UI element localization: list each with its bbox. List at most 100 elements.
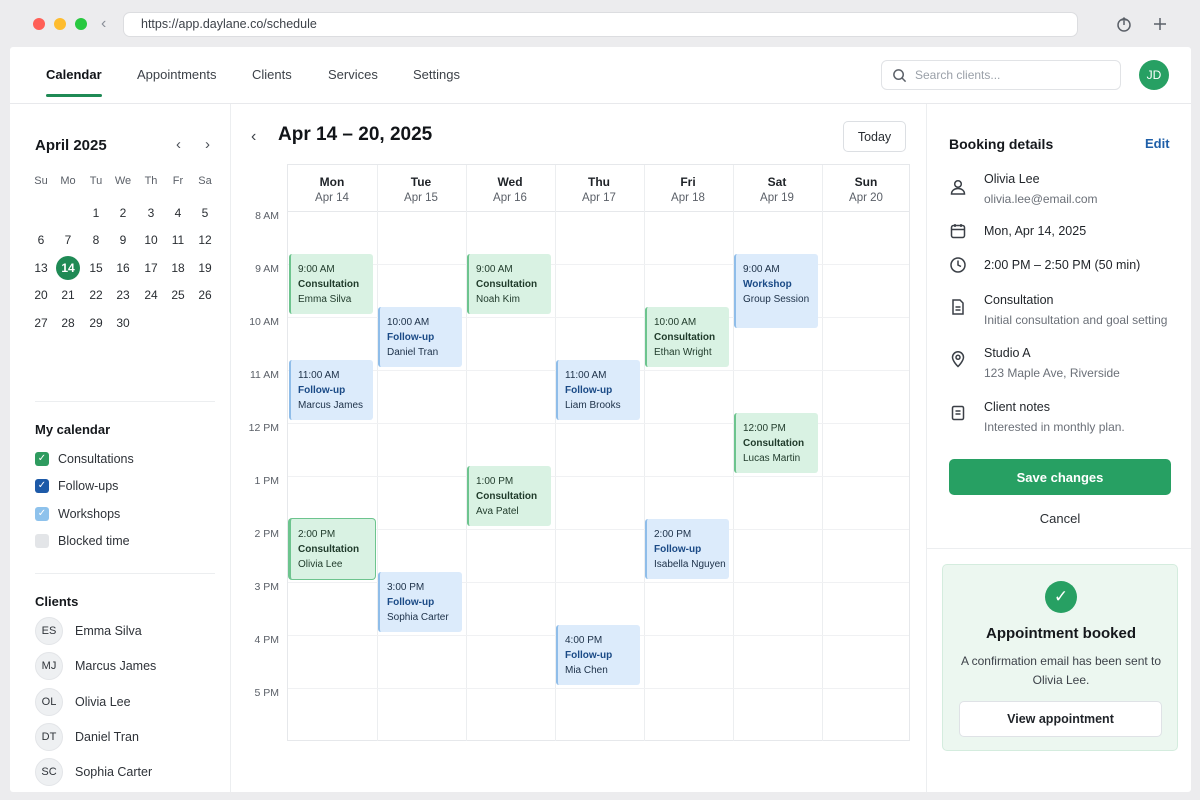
- mini-calendar-day[interactable]: 26: [193, 283, 217, 307]
- event-time: 10:00 AM: [387, 317, 430, 328]
- window-minimize-button[interactable]: [54, 18, 66, 30]
- appointment-event[interactable]: 12:00 PM Consultation Lucas Martin: [734, 413, 818, 473]
- event-client: Olivia Lee: [298, 559, 343, 570]
- tab-services[interactable]: Services: [328, 47, 378, 104]
- mini-calendar-day[interactable]: 24: [139, 283, 163, 307]
- top-navigation: Calendar Appointments Clients Services S…: [10, 47, 1191, 104]
- mini-calendar-day[interactable]: 8: [84, 228, 108, 252]
- appointment-event[interactable]: 3:00 PM Follow-up Sophia Carter: [378, 572, 462, 632]
- mini-calendar-day[interactable]: 22: [84, 283, 108, 307]
- mini-calendar-day[interactable]: 5: [193, 201, 217, 225]
- appointment-event[interactable]: 2:00 PM Follow-up Isabella Nguyen: [645, 519, 729, 579]
- appointment-event-selected[interactable]: 2:00 PM Consultation Olivia Lee: [289, 519, 375, 579]
- checkbox-unchecked-icon[interactable]: [35, 534, 49, 548]
- share-icon[interactable]: [1115, 15, 1133, 33]
- mini-calendar-day[interactable]: 12: [193, 228, 217, 252]
- client-search-box[interactable]: [881, 60, 1121, 90]
- new-tab-plus-icon[interactable]: [1151, 15, 1169, 33]
- appointment-event[interactable]: 9:00 AM Consultation Emma Silva: [289, 254, 373, 314]
- view-appointment-button[interactable]: View appointment: [959, 701, 1162, 737]
- appointment-event[interactable]: 9:00 AM Consultation Noah Kim: [467, 254, 551, 314]
- calendar-filter-label: Follow-ups: [58, 479, 119, 493]
- mini-calendar-day[interactable]: 6: [29, 228, 53, 252]
- window-maximize-button[interactable]: [75, 18, 87, 30]
- tab-appointments[interactable]: Appointments: [137, 47, 217, 104]
- location-address: 123 Maple Ave, Riverside: [984, 366, 1120, 380]
- address-bar[interactable]: https://app.daylane.co/schedule: [123, 12, 1078, 37]
- event-title: Follow-up: [298, 385, 346, 396]
- mini-calendar-day[interactable]: 28: [56, 311, 80, 335]
- mini-calendar-day[interactable]: 7: [56, 228, 80, 252]
- clock-icon: [950, 257, 966, 273]
- event-client: Group Session: [743, 294, 810, 305]
- appointment-time: 2:00 PM – 2:50 PM (50 min): [984, 258, 1141, 272]
- active-tab-indicator: [46, 94, 102, 97]
- chevron-left-icon[interactable]: ‹: [176, 137, 181, 153]
- mini-calendar-day[interactable]: 15: [84, 256, 108, 280]
- mini-calendar-day[interactable]: 21: [56, 283, 80, 307]
- mini-calendar-day[interactable]: 17: [139, 256, 163, 280]
- mini-calendar-day[interactable]: 1: [84, 201, 108, 225]
- column-divider: [466, 165, 467, 213]
- cancel-button[interactable]: Cancel: [949, 508, 1171, 528]
- event-title: Consultation: [298, 544, 360, 555]
- event-client: Emma Silva: [298, 294, 352, 305]
- tab-clients[interactable]: Clients: [252, 47, 292, 104]
- tab-label: Services: [328, 67, 378, 82]
- client-name: Sophia Carter: [75, 765, 153, 779]
- mini-calendar-day[interactable]: 23: [111, 283, 135, 307]
- mini-calendar-day[interactable]: 20: [29, 283, 53, 307]
- column-divider: [377, 165, 378, 213]
- appointment-event[interactable]: 4:00 PM Follow-up Mia Chen: [556, 625, 640, 685]
- mini-calendar-day[interactable]: 4: [166, 201, 190, 225]
- mini-calendar-day[interactable]: 10: [139, 228, 163, 252]
- previous-week-chevron-icon[interactable]: ‹: [251, 128, 256, 146]
- appointment-event[interactable]: 9:00 AM Workshop Group Session: [734, 254, 818, 328]
- mini-calendar-day[interactable]: 3: [139, 201, 163, 225]
- tab-settings[interactable]: Settings: [413, 47, 460, 104]
- edit-link[interactable]: Edit: [1145, 136, 1170, 151]
- appointment-event[interactable]: 1:00 PM Consultation Ava Patel: [467, 466, 551, 526]
- event-client: Mia Chen: [565, 665, 608, 676]
- tab-calendar[interactable]: Calendar: [46, 47, 102, 104]
- appointment-event[interactable]: 10:00 AM Consultation Ethan Wright: [645, 307, 729, 367]
- checkbox-checked-icon[interactable]: ✓: [35, 452, 49, 466]
- today-button[interactable]: Today: [843, 121, 906, 152]
- search-input[interactable]: [915, 66, 1110, 84]
- mini-calendar-day[interactable]: 19: [193, 256, 217, 280]
- checkbox-checked-icon[interactable]: ✓: [35, 507, 49, 521]
- window-close-button[interactable]: [33, 18, 45, 30]
- time-label: 3 PM: [254, 581, 279, 593]
- clients-title: Clients: [35, 594, 79, 609]
- event-title: Follow-up: [565, 385, 613, 396]
- mini-calendar-day[interactable]: 29: [84, 311, 108, 335]
- time-label: 4 PM: [254, 634, 279, 646]
- mini-calendar-day[interactable]: 16: [111, 256, 135, 280]
- appointment-event[interactable]: 11:00 AM Follow-up Liam Brooks: [556, 360, 640, 420]
- weekday-label: Th: [144, 175, 158, 187]
- tab-label: Settings: [413, 67, 460, 82]
- column-divider: [555, 165, 556, 213]
- event-time: 9:00 AM: [476, 264, 513, 275]
- mini-calendar-day[interactable]: 11: [166, 228, 190, 252]
- event-title: Consultation: [298, 279, 360, 290]
- mini-calendar-day[interactable]: 30: [111, 311, 135, 335]
- mini-calendar-day[interactable]: 9: [111, 228, 135, 252]
- appointment-event[interactable]: 10:00 AM Follow-up Daniel Tran: [378, 307, 462, 367]
- calendar-filter-label: Blocked time: [58, 534, 130, 548]
- appointment-event[interactable]: 11:00 AM Follow-up Marcus James: [289, 360, 373, 420]
- mini-calendar-day[interactable]: 27: [29, 311, 53, 335]
- tab-label: Appointments: [137, 67, 217, 82]
- time-label: 1 PM: [254, 475, 279, 487]
- mini-calendar-day-selected[interactable]: 14: [56, 256, 80, 280]
- browser-back-icon[interactable]: ‹: [101, 14, 106, 34]
- mini-calendar-day[interactable]: 25: [166, 283, 190, 307]
- user-avatar[interactable]: JD: [1139, 60, 1169, 90]
- chevron-right-icon[interactable]: ›: [205, 137, 210, 153]
- mini-calendar-day[interactable]: 13: [29, 256, 53, 280]
- mini-calendar-day[interactable]: 18: [166, 256, 190, 280]
- mini-calendar-day[interactable]: 2: [111, 201, 135, 225]
- save-changes-button[interactable]: Save changes: [949, 459, 1171, 495]
- event-time: 4:00 PM: [565, 635, 603, 646]
- checkbox-checked-icon[interactable]: ✓: [35, 479, 49, 493]
